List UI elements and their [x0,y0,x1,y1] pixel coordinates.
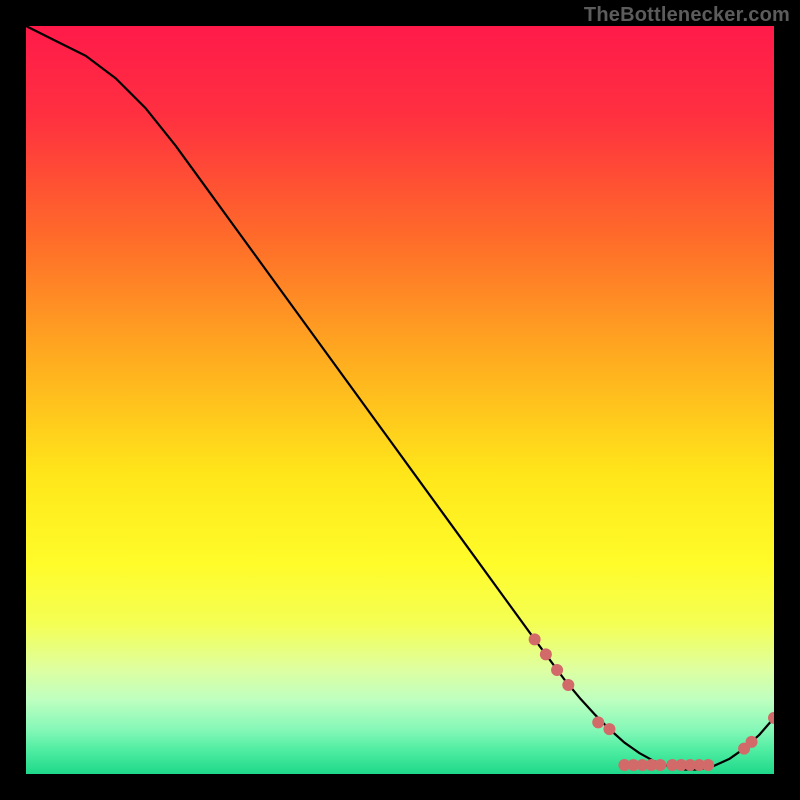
data-marker [562,679,574,691]
data-marker [702,759,714,771]
data-marker [746,736,758,748]
data-marker [540,648,552,660]
plot-svg [26,26,774,774]
data-marker [551,664,563,676]
watermark-label: TheBottlenecker.com [584,4,790,27]
plot-background [26,26,774,774]
data-marker [603,723,615,735]
chart-stage: TheBottlenecker.com [0,0,800,800]
data-marker [592,716,604,728]
plot-area [26,26,774,774]
data-marker [654,759,666,771]
data-marker [529,633,541,645]
